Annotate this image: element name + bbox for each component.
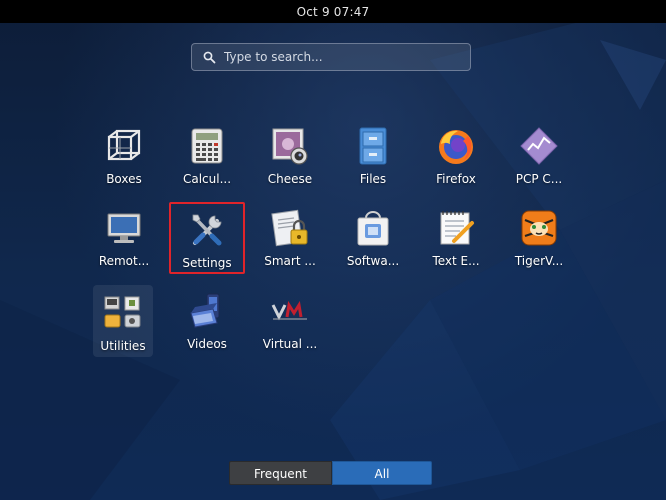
settings-tools-icon: [187, 210, 227, 250]
file-cabinet-icon: [353, 126, 393, 166]
app-boxes[interactable]: Boxes: [86, 120, 162, 192]
app-smart-card[interactable]: Smart ...: [252, 202, 328, 274]
app-calculator[interactable]: Calcul...: [169, 120, 245, 192]
app-label: PCP C...: [515, 172, 563, 186]
tab-all[interactable]: All: [332, 461, 432, 485]
app-label: Cheese: [267, 172, 313, 186]
app-label: Utilities: [100, 339, 146, 353]
text-editor-icon: [436, 208, 476, 248]
app-utilities-folder[interactable]: Utilities: [93, 285, 153, 357]
app-label: Files: [359, 172, 387, 186]
app-label: Boxes: [106, 172, 142, 186]
software-bag-icon: [353, 208, 393, 248]
clock[interactable]: Oct 9 07:47: [297, 5, 370, 19]
firefox-icon: [436, 126, 476, 166]
app-settings[interactable]: Settings: [169, 202, 245, 274]
app-label: Virtual ...: [262, 337, 318, 351]
app-label: Calcul...: [182, 172, 232, 186]
app-files[interactable]: Files: [335, 120, 411, 192]
app-label: Softwa...: [346, 254, 400, 268]
app-text-editor[interactable]: Text E...: [418, 202, 494, 274]
app-label: Remot...: [98, 254, 150, 268]
app-label: Text E...: [432, 254, 480, 268]
remote-desktop-icon: [104, 208, 144, 248]
app-pcp[interactable]: PCP C...: [501, 120, 577, 192]
pcp-icon: [519, 126, 559, 166]
app-firefox[interactable]: Firefox: [418, 120, 494, 192]
cheese-webcam-icon: [270, 126, 310, 166]
smart-card-lock-icon: [270, 208, 310, 248]
top-bar: Oct 9 07:47: [0, 0, 666, 23]
app-videos[interactable]: Videos: [169, 285, 245, 357]
app-remote-desktop[interactable]: Remot...: [86, 202, 162, 274]
utilities-folder-icon: [103, 293, 143, 333]
tigervnc-icon: [519, 208, 559, 248]
app-label: Videos: [187, 337, 227, 351]
boxes-icon: [104, 126, 144, 166]
search-box[interactable]: [191, 43, 471, 71]
app-label: Firefox: [436, 172, 476, 186]
tab-frequent[interactable]: Frequent: [229, 461, 332, 485]
app-virtual-machine[interactable]: Virtual ...: [252, 285, 328, 357]
videos-icon: [187, 291, 227, 331]
virtual-machine-icon: [270, 291, 310, 331]
app-software[interactable]: Softwa...: [335, 202, 411, 274]
search-input[interactable]: [224, 50, 454, 64]
view-switcher: Frequent All: [229, 461, 432, 485]
search-icon: [202, 50, 216, 64]
app-label: Smart ...: [264, 254, 316, 268]
calculator-icon: [187, 126, 227, 166]
app-tigervnc[interactable]: TigerV...: [501, 202, 577, 274]
app-label: TigerV...: [514, 254, 564, 268]
app-label: Settings: [182, 256, 232, 270]
app-cheese[interactable]: Cheese: [252, 120, 328, 192]
